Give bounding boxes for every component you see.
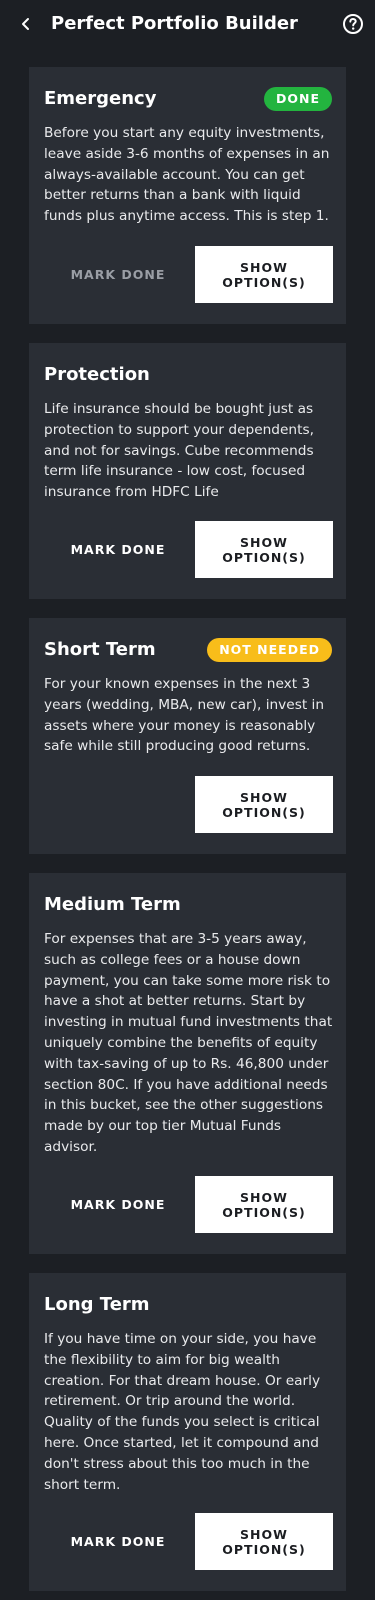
back-chevron-icon[interactable] xyxy=(14,12,38,36)
card-protection: Protection Life insurance should be boug… xyxy=(29,343,346,599)
card-title: Medium Term xyxy=(44,894,181,915)
card-short-term: Short Term NOT NEEDED For your known exp… xyxy=(29,618,346,854)
card-description: If you have time on your side, you have … xyxy=(44,1331,321,1493)
show-options-button[interactable]: SHOW OPTION(S) xyxy=(195,776,333,833)
card-title: Emergency xyxy=(44,88,157,109)
status-badge-not-needed: NOT NEEDED xyxy=(207,638,332,662)
show-options-button[interactable]: SHOW OPTION(S) xyxy=(195,246,333,303)
mark-done-button[interactable]: MARK DONE xyxy=(44,246,192,303)
status-badge-done: DONE xyxy=(263,87,332,111)
card-emergency: Emergency DONE Before you start any equi… xyxy=(29,67,346,324)
app-header: Perfect Portfolio Builder xyxy=(0,0,375,48)
mark-done-button[interactable]: MARK DONE xyxy=(44,1176,192,1233)
card-description: For your known expenses in the next 3 ye… xyxy=(44,676,325,755)
card-description: Before you start any equity investments,… xyxy=(44,125,330,225)
help-circle-icon[interactable] xyxy=(341,12,365,36)
page-title: Perfect Portfolio Builder xyxy=(51,13,298,34)
card-title: Long Term xyxy=(44,1294,150,1315)
mark-done-button[interactable]: MARK DONE xyxy=(44,1513,192,1570)
show-options-button[interactable]: SHOW OPTION(S) xyxy=(195,1176,333,1233)
card-medium-term: Medium Term For expenses that are 3-5 ye… xyxy=(29,873,346,1254)
mark-done-button[interactable]: MARK DONE xyxy=(44,521,192,578)
card-description: For expenses that are 3-5 years away, su… xyxy=(44,931,333,1155)
card-title: Protection xyxy=(44,364,150,385)
card-description: Life insurance should be bought just as … xyxy=(44,401,314,501)
show-options-button[interactable]: SHOW OPTION(S) xyxy=(195,1513,333,1570)
show-options-button[interactable]: SHOW OPTION(S) xyxy=(195,521,333,578)
card-long-term: Long Term If you have time on your side,… xyxy=(29,1273,346,1591)
card-title: Short Term xyxy=(44,639,156,660)
